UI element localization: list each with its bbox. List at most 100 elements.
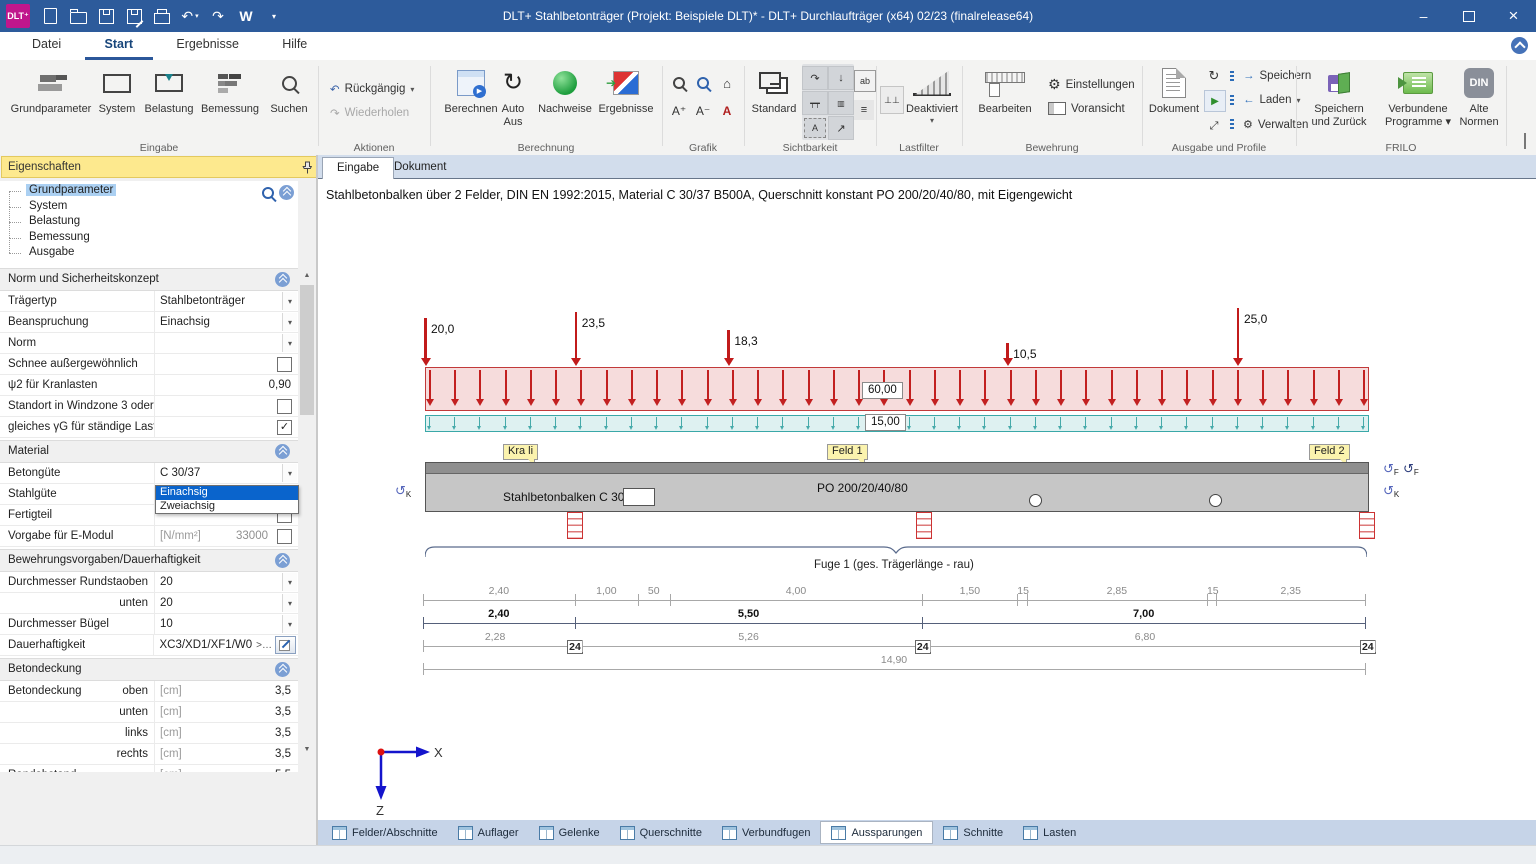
collapse-section-icon[interactable] [275, 553, 290, 568]
help-icon[interactable] [1511, 37, 1528, 54]
wiederholen-button[interactable]: ↷Wiederholen [330, 106, 409, 120]
dropdown-button[interactable]: ▾ [282, 292, 297, 310]
new-document-button[interactable] [38, 3, 62, 29]
undo-button[interactable]: ↶▾ [178, 3, 202, 29]
sidebar-item-system[interactable]: System [0, 199, 298, 215]
number-value[interactable]: 3,5 [275, 706, 298, 718]
checkbox[interactable]: ✓ [277, 420, 292, 435]
font-color-button[interactable]: A [716, 100, 738, 122]
visibility-toggle-button[interactable]: ▥ [828, 91, 854, 115]
zoom-window-button[interactable] [692, 72, 714, 94]
bottom-tab-aussparungen[interactable]: Aussparungen [820, 821, 933, 844]
belastung-button[interactable]: Belastung [142, 65, 196, 116]
dropdown-button[interactable]: ▾ [282, 334, 297, 352]
visibility-toggle-button[interactable]: ↗ [828, 116, 854, 140]
collapse-section-icon[interactable] [275, 444, 290, 459]
number-value[interactable]: 3,5 [275, 748, 298, 760]
tab-dokument[interactable]: Dokument [380, 157, 460, 178]
bottom-tab-querschnitte[interactable]: Querschnitte [610, 823, 712, 843]
bottom-tab-felder-abschnitte[interactable]: Felder/Abschnitte [322, 823, 448, 843]
number-value[interactable]: 3,5 [275, 727, 298, 739]
rueckgaengig-button[interactable]: ↶Rückgängig▾ [330, 82, 414, 96]
visibility-toggle-button[interactable]: ↓ [828, 66, 854, 90]
visibility-toggle-button[interactable]: A [804, 118, 826, 138]
scroll-down-button[interactable]: ▼ [299, 742, 315, 757]
pin-icon[interactable] [302, 161, 313, 181]
maximize-button[interactable] [1446, 0, 1491, 32]
scroll-up-button[interactable]: ▲ [299, 268, 315, 283]
number-value[interactable]: 3,5 [275, 685, 298, 697]
scrollbar-thumb[interactable] [300, 285, 314, 415]
nachweise-button[interactable]: Nachweise [534, 65, 596, 116]
einstellungen-button[interactable]: ⚙Einstellungen [1048, 76, 1135, 93]
minimize-button[interactable]: – [1401, 0, 1446, 32]
bottom-tab-schnitte[interactable]: Schnitte [933, 823, 1013, 843]
visibility-toggle-button[interactable]: ┯┯ [802, 91, 828, 115]
save-button[interactable] [94, 3, 118, 29]
select-value[interactable]: Einachsig [155, 316, 210, 328]
select-value[interactable]: 10 [155, 618, 173, 630]
auto-aus-button[interactable]: ↻Auto Aus [490, 65, 536, 128]
profil-laden-button[interactable]: ←Laden▾ [1230, 94, 1301, 106]
edit-value[interactable]: XC3/XD1/XF1/W0 [154, 639, 252, 651]
ribbon-collapse-button[interactable] [1524, 135, 1526, 149]
section-header[interactable]: Betondeckung [0, 658, 298, 681]
expand-profile-button[interactable]: ⤢ [1204, 116, 1224, 136]
grundparameter-button[interactable]: Grundparameter [10, 65, 92, 116]
dropdown-button[interactable]: ▾ [282, 464, 297, 482]
collapse-all-icon[interactable] [279, 185, 294, 200]
dropdown-button[interactable]: ▾ [282, 573, 297, 591]
select-value[interactable]: 20 [155, 597, 173, 609]
tab-datei[interactable]: Datei [12, 32, 81, 57]
checkbox[interactable] [277, 399, 292, 414]
bottom-tab-verbundfugen[interactable]: Verbundfugen [712, 823, 821, 843]
tab-hilfe[interactable]: Hilfe [262, 32, 327, 57]
speichern-zurueck-button[interactable]: Speichern und Zurück [1300, 65, 1378, 128]
close-button[interactable]: × [1491, 0, 1536, 32]
refresh-profile-button[interactable]: ↻ [1204, 66, 1224, 86]
bottom-tab-gelenke[interactable]: Gelenke [529, 823, 610, 843]
open-button[interactable] [66, 3, 90, 29]
labels-toggle-button[interactable]: ab [854, 70, 876, 92]
save-as-button[interactable] [122, 3, 146, 29]
bemessung-button[interactable]: Bemessung [198, 65, 262, 116]
dropdown-option[interactable]: Einachsig [156, 486, 298, 500]
dropdown-button[interactable]: ▾ [282, 615, 297, 633]
sidebar-item-ausgabe[interactable]: Ausgabe [0, 245, 298, 261]
select-value[interactable]: Stahlbetonträger [155, 295, 245, 307]
bewehrung-bearbeiten-button[interactable]: Bearbeiten [970, 65, 1040, 116]
section-header[interactable]: Bewehrungsvorgaben/Dauerhaftigkeit [0, 549, 298, 572]
dokument-button[interactable]: Dokument [1146, 65, 1202, 116]
select-value[interactable]: 20 [155, 576, 173, 588]
pendulum-supports-button[interactable]: ⊥⊥ [880, 86, 904, 114]
sidebar-item-grundparameter[interactable]: Grundparameter [0, 183, 298, 199]
standard-view-button[interactable]: Standard [746, 65, 802, 116]
checkbox[interactable] [277, 357, 292, 372]
tab-start[interactable]: Start [85, 32, 153, 60]
open-profile-button[interactable]: ▶ [1204, 90, 1226, 112]
section-header[interactable]: Norm und Sicherheitskonzept [0, 268, 298, 291]
legend-toggle-button[interactable]: ≡ [854, 100, 874, 120]
dropdown-button[interactable]: ▾ [282, 594, 297, 612]
font-larger-button[interactable]: A⁺ [668, 100, 690, 122]
section-header[interactable]: Material [0, 440, 298, 463]
zoom-home-button[interactable]: ⌂ [716, 72, 738, 94]
font-smaller-button[interactable]: A⁻ [692, 100, 714, 122]
ergebnisse-button[interactable]: Ergebnisse [592, 65, 660, 116]
dropdown-button[interactable]: ▾ [282, 313, 297, 331]
checkbox[interactable] [277, 529, 292, 544]
number-value[interactable]: 0,90 [269, 379, 298, 391]
tree-search-icon[interactable] [262, 187, 274, 199]
voransicht-button[interactable]: Voransicht [1048, 102, 1125, 115]
verbundene-programme-button[interactable]: Verbundene Programme ▾ [1380, 65, 1456, 128]
print-button[interactable] [150, 3, 174, 29]
zoom-button[interactable] [668, 72, 690, 94]
sidebar-scrollbar[interactable]: ▲ ▼ [299, 268, 315, 757]
alte-normen-button[interactable]: DINAlte Normen [1456, 65, 1502, 128]
collapse-section-icon[interactable] [275, 662, 290, 677]
select-value[interactable]: C 30/37 [155, 467, 200, 479]
tab-ergebnisse[interactable]: Ergebnisse [156, 32, 259, 57]
visibility-toggle-button[interactable]: ↷ [802, 66, 828, 90]
dropdown-option[interactable]: Zweiachsig [156, 500, 298, 514]
edit-button[interactable] [275, 636, 296, 654]
